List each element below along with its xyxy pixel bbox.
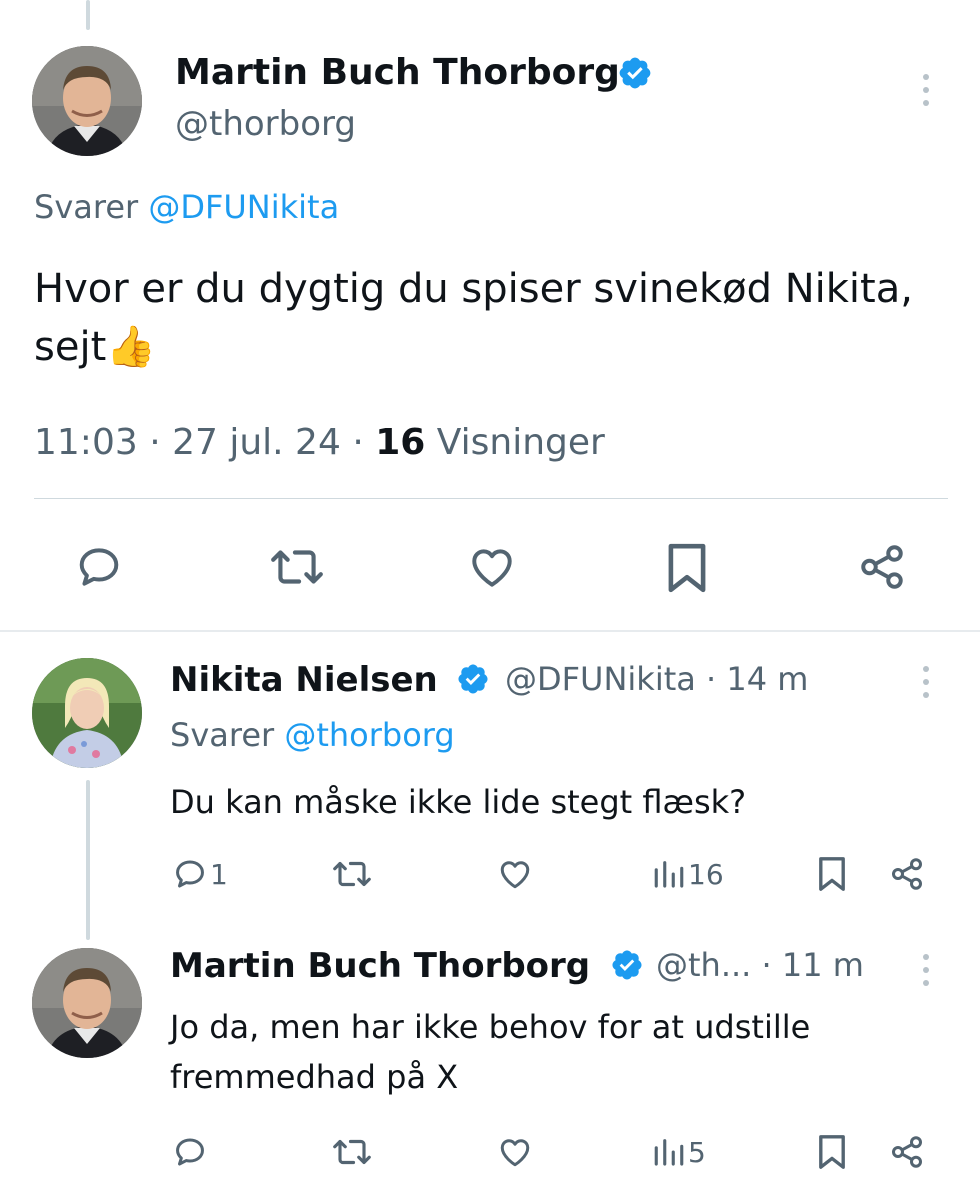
reply-1-like-icon <box>500 861 530 889</box>
reply-1-bookmark-icon <box>819 857 845 891</box>
reply-1-author-name[interactable]: Nikita Nielsen <box>170 660 438 700</box>
reply-1-time-separator: · <box>706 660 717 698</box>
verified-badge-icon <box>617 55 653 91</box>
reply-2-share-button[interactable] <box>888 1134 926 1170</box>
reply-1-like-button[interactable] <box>496 856 534 892</box>
reply-1-verified-badge-icon <box>456 662 490 696</box>
replying-to: Svarer @DFUNikita <box>34 188 339 226</box>
thread-line-reply <box>86 780 90 940</box>
tweet-time[interactable]: 11:03 <box>34 422 138 463</box>
retweet-icon <box>271 550 323 584</box>
section-separator <box>0 630 980 632</box>
reply-1-views-icon <box>654 861 684 888</box>
reply-button[interactable] <box>74 542 124 592</box>
avatar-main[interactable] <box>32 46 142 156</box>
reply-2-time[interactable]: 11 m <box>782 946 864 984</box>
reply-2-more-options-icon[interactable] <box>922 954 930 986</box>
views-label: Visninger <box>436 422 605 463</box>
reply-1-bookmark-button[interactable] <box>816 854 848 894</box>
retweet-button[interactable] <box>268 542 326 592</box>
avatar-reply-2[interactable] <box>32 948 142 1058</box>
reply-1-header-meta: @DFUNikita · 14 m <box>505 660 808 698</box>
avatar-reply-1[interactable] <box>32 658 142 768</box>
reply-2-retweet-button[interactable] <box>330 1134 374 1170</box>
reply-2-reply-button[interactable] <box>172 1134 208 1170</box>
tweet-text: Hvor er du dygtig du spiser svinekød Nik… <box>34 266 913 370</box>
reply-1-reply-icon <box>176 860 204 888</box>
reply-1-reply-button[interactable]: 1 <box>172 856 228 892</box>
reply-1-more-options-icon[interactable] <box>922 666 930 698</box>
reply-2-text: Jo da, men har ikke behov for at udstill… <box>170 1008 811 1096</box>
reply-1-share-button[interactable] <box>888 856 926 892</box>
reply-1-handle[interactable]: @DFUNikita <box>505 660 696 698</box>
reply-1-time[interactable]: 14 m <box>726 660 808 698</box>
author-name[interactable]: Martin Buch Thorborg <box>175 52 620 93</box>
reply-2-like-button[interactable] <box>496 1134 534 1170</box>
reply-1-reply-count: 1 <box>210 857 228 891</box>
reply-2-retweet-icon <box>333 1139 371 1165</box>
tweet-date[interactable]: 27 jul. 24 <box>172 422 341 463</box>
reply-1-share-icon <box>892 858 922 890</box>
bookmark-icon <box>668 543 706 593</box>
bookmark-button[interactable] <box>664 540 710 596</box>
divider <box>34 498 948 499</box>
like-icon <box>472 549 512 587</box>
like-button[interactable] <box>466 542 518 592</box>
reply-2-header-meta: @th... · 11 m <box>656 946 864 984</box>
reply-prefix: Svarer <box>34 188 149 226</box>
reply-1-views-count: 16 <box>688 857 724 891</box>
reply-2-bookmark-icon <box>819 1135 845 1169</box>
views-count: 16 <box>375 422 426 463</box>
reply-1-replying-to: Svarer @thorborg <box>170 716 455 754</box>
reply-2-views-count: 5 <box>688 1135 706 1169</box>
reply-icon <box>79 548 119 586</box>
reply-2-bookmark-button[interactable] <box>816 1132 848 1172</box>
share-icon <box>861 545 903 589</box>
more-options-icon[interactable] <box>922 74 930 106</box>
reply-2-reply-icon <box>176 1138 204 1166</box>
reply-2-share-icon <box>892 1136 922 1168</box>
share-button[interactable] <box>856 542 908 592</box>
reply-2-author-name[interactable]: Martin Buch Thorborg <box>170 946 590 986</box>
reply-1-text: Du kan måske ikke lide stegt flæsk? <box>170 783 747 821</box>
author-handle[interactable]: @thorborg <box>175 104 356 144</box>
reply-1-retweet-icon <box>333 861 371 887</box>
reply-mention-link[interactable]: @DFUNikita <box>148 188 339 226</box>
reply-2-views-icon <box>654 1139 684 1166</box>
reply-2-like-icon <box>500 1139 530 1167</box>
reply-1-reply-mention-link[interactable]: @thorborg <box>284 716 454 754</box>
thread-line-top <box>86 0 90 30</box>
reply-2-views-button[interactable]: 5 <box>652 1134 706 1170</box>
reply-2-time-separator: · <box>761 946 772 984</box>
reply-1-retweet-button[interactable] <box>330 856 374 892</box>
reply-2-handle[interactable]: @th... <box>656 946 751 984</box>
reply-1-reply-prefix: Svarer <box>170 716 285 754</box>
reply-2-verified-badge-icon <box>610 948 644 982</box>
reply-1-views-button[interactable]: 16 <box>652 856 724 892</box>
tweet-meta: 11:03 · 27 jul. 24 · 16 Visninger <box>34 422 605 463</box>
